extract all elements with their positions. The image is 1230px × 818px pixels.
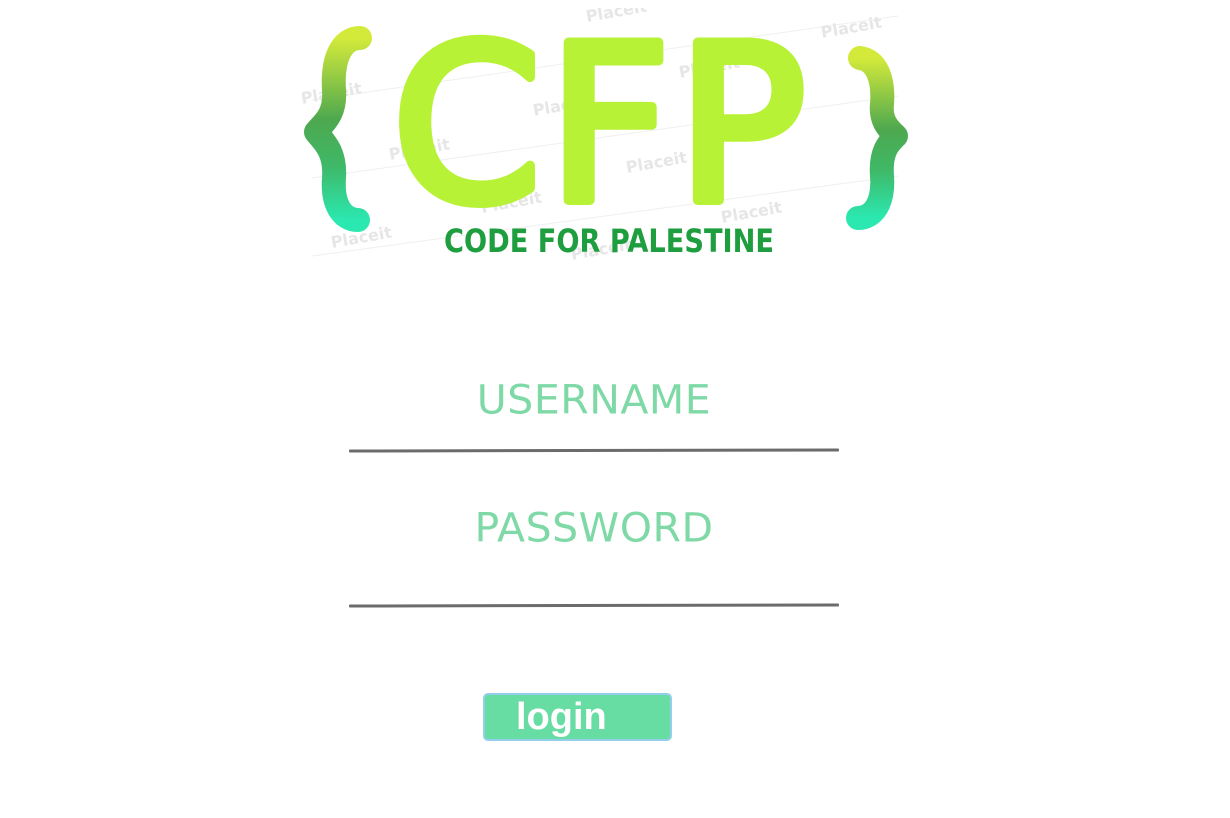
logo-letters: CFP <box>392 8 812 251</box>
password-field: PASSWORD <box>348 504 843 614</box>
password-input[interactable] <box>349 556 843 598</box>
logo-tagline: CODE FOR PALESTINE <box>444 222 774 260</box>
username-field: USERNAME <box>348 376 843 456</box>
cfp-logo: Placeit Placeit Placeit Placeit Placeit … <box>302 8 908 266</box>
left-brace-icon <box>304 26 372 232</box>
username-input[interactable] <box>349 408 843 450</box>
password-label: PASSWORD <box>474 504 714 552</box>
login-page: Placeit Placeit Placeit Placeit Placeit … <box>0 0 1230 818</box>
right-brace-icon <box>846 46 908 230</box>
username-underline <box>348 448 840 453</box>
svg-text:Placeit: Placeit <box>819 12 883 41</box>
cfp-logo-graphic: Placeit Placeit Placeit Placeit Placeit … <box>302 8 908 264</box>
login-button[interactable]: login <box>483 693 672 741</box>
password-underline <box>348 603 840 608</box>
